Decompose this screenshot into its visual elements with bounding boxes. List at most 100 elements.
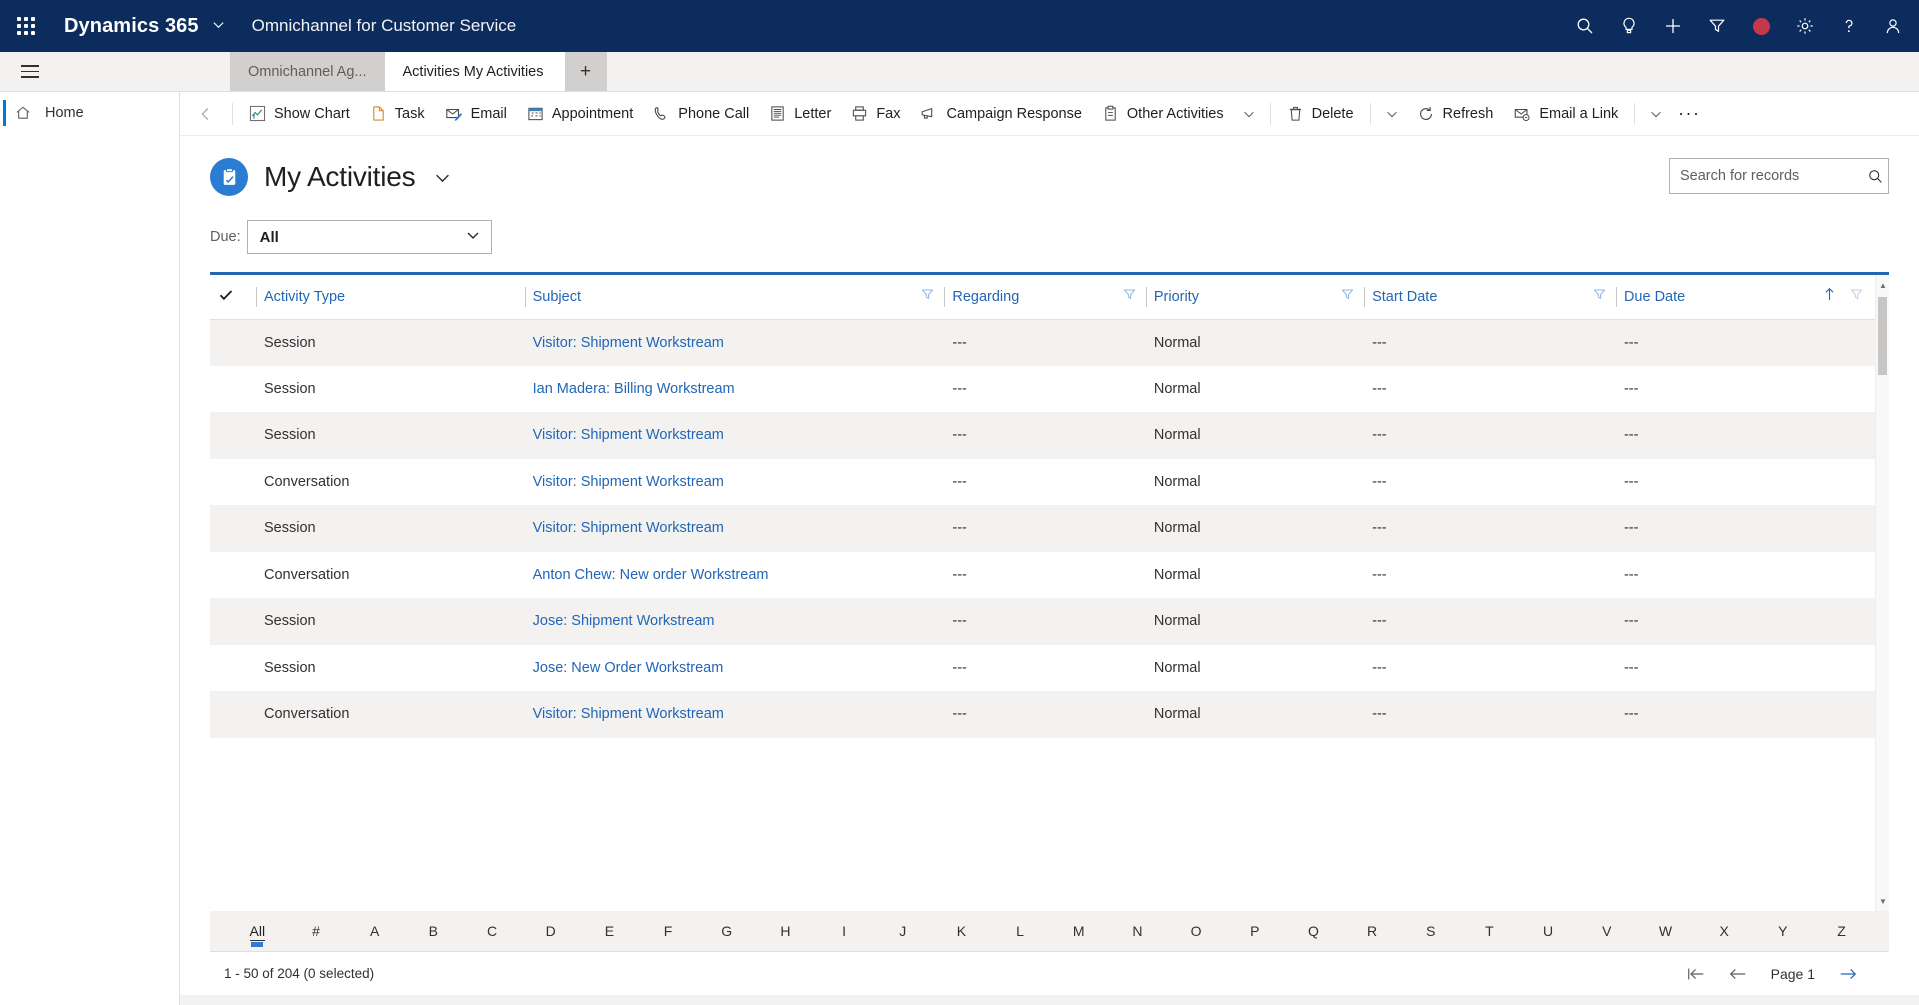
sort-ascending-icon[interactable] [1823, 287, 1836, 306]
scrollbar-thumb[interactable] [1878, 297, 1887, 375]
grid-vertical-scrollbar[interactable]: ▲ ▼ [1875, 275, 1889, 911]
task-button[interactable]: Task [360, 94, 435, 134]
tab-omnichannel-agent-dashboard[interactable]: Omnichannel Ag... [230, 52, 385, 91]
email-button[interactable]: Email [435, 94, 517, 134]
cell-subject[interactable]: Visitor: Shipment Workstream [524, 319, 945, 366]
campaign-response-button[interactable]: Campaign Response [910, 94, 1091, 134]
subject-link[interactable]: Visitor: Shipment Workstream [533, 706, 724, 722]
delete-chevron-down-icon[interactable] [1377, 94, 1407, 134]
previous-page-icon[interactable] [1719, 957, 1757, 991]
alpha-filter-all[interactable]: All [228, 923, 287, 941]
cell-subject[interactable]: Anton Chew: New order Workstream [525, 552, 945, 599]
plus-icon[interactable] [1651, 0, 1695, 52]
column-header-start-date[interactable]: Start Date [1364, 275, 1616, 320]
email-link-chevron-down-icon[interactable] [1641, 94, 1671, 134]
table-row[interactable]: Session Jose: New Order Workstream --- N… [210, 645, 1889, 692]
cell-subject[interactable]: Jose: New Order Workstream [525, 645, 945, 692]
lightbulb-icon[interactable] [1607, 0, 1651, 52]
table-row[interactable]: Session Ian Madera: Billing Workstream -… [210, 366, 1889, 413]
user-icon[interactable] [1871, 0, 1915, 52]
alpha-filter-g[interactable]: G [697, 924, 756, 938]
first-page-icon[interactable] [1677, 957, 1715, 991]
other-activities-chevron-down-icon[interactable] [1234, 94, 1264, 134]
alpha-filter-x[interactable]: X [1695, 924, 1754, 938]
site-map-toggle-button[interactable] [0, 52, 60, 91]
brand-chevron-down-icon[interactable] [211, 17, 226, 35]
subject-link[interactable]: Jose: New Order Workstream [533, 660, 724, 676]
alpha-filter-k[interactable]: K [932, 924, 991, 938]
other-activities-button[interactable]: Other Activities [1092, 94, 1234, 134]
row-checkbox[interactable] [210, 319, 256, 366]
column-header-subject[interactable]: Subject [524, 275, 945, 320]
cell-subject[interactable]: Visitor: Shipment Workstream [524, 691, 945, 738]
cell-subject[interactable]: Ian Madera: Billing Workstream [525, 366, 945, 413]
scroll-down-icon[interactable]: ▼ [1876, 893, 1889, 909]
due-filter-select[interactable]: All [246, 220, 492, 254]
subject-link[interactable]: Ian Madera: Billing Workstream [533, 381, 735, 397]
table-row[interactable]: Conversation Anton Chew: New order Works… [210, 552, 1889, 599]
filter-icon[interactable] [1850, 288, 1863, 305]
search-input[interactable] [1680, 168, 1867, 184]
alpha-filter-q[interactable]: Q [1284, 924, 1343, 938]
table-row[interactable]: Conversation Visitor: Shipment Workstrea… [210, 691, 1889, 738]
alpha-filter-s[interactable]: S [1401, 924, 1460, 938]
alpha-filter-d[interactable]: D [521, 924, 580, 938]
new-tab-button[interactable]: + [564, 52, 607, 91]
alpha-filter-w[interactable]: W [1636, 924, 1695, 938]
row-checkbox[interactable] [210, 598, 256, 645]
sidebar-item-home[interactable]: Home [0, 92, 179, 134]
alpha-filter-a[interactable]: A [345, 924, 404, 938]
tab-activities-my-activities[interactable]: Activities My Activities ✕ [384, 52, 565, 91]
fax-button[interactable]: Fax [841, 94, 910, 134]
subject-link[interactable]: Visitor: Shipment Workstream [533, 520, 724, 536]
row-checkbox[interactable] [210, 505, 256, 552]
alpha-filter-n[interactable]: N [1108, 924, 1167, 938]
more-commands-button[interactable]: ··· [1671, 94, 1707, 134]
alpha-filter-p[interactable]: P [1225, 924, 1284, 938]
subject-link[interactable]: Jose: Shipment Workstream [533, 613, 715, 629]
alpha-filter-m[interactable]: M [1049, 924, 1108, 938]
table-row[interactable]: Session Visitor: Shipment Workstream ---… [210, 319, 1889, 366]
alpha-filter-f[interactable]: F [639, 924, 698, 938]
alpha-filter-o[interactable]: O [1167, 924, 1226, 938]
presence-dot-icon[interactable] [1739, 0, 1783, 52]
select-all-checkbox[interactable] [210, 275, 256, 320]
row-checkbox[interactable] [210, 366, 256, 413]
filter-icon[interactable] [921, 288, 934, 305]
search-records-box[interactable] [1669, 158, 1889, 194]
next-page-icon[interactable] [1829, 957, 1867, 991]
search-icon[interactable] [1867, 168, 1884, 185]
alpha-filter-v[interactable]: V [1577, 924, 1636, 938]
filter-icon[interactable] [1695, 0, 1739, 52]
cell-subject[interactable]: Visitor: Shipment Workstream [524, 412, 945, 459]
cell-subject[interactable]: Visitor: Shipment Workstream [525, 459, 945, 506]
table-row[interactable]: Session Visitor: Shipment Workstream ---… [210, 412, 1889, 459]
table-row[interactable]: Session Jose: Shipment Workstream --- No… [210, 598, 1889, 645]
alpha-filter-c[interactable]: C [463, 924, 522, 938]
column-header-due-date[interactable]: Due Date [1615, 275, 1889, 320]
subject-link[interactable]: Visitor: Shipment Workstream [533, 335, 724, 351]
subject-link[interactable]: Visitor: Shipment Workstream [533, 427, 724, 443]
subject-link[interactable]: Visitor: Shipment Workstream [533, 474, 724, 490]
scroll-up-icon[interactable]: ▲ [1876, 277, 1889, 293]
subject-link[interactable]: Anton Chew: New order Workstream [533, 567, 769, 583]
gear-icon[interactable] [1783, 0, 1827, 52]
alpha-filter-y[interactable]: Y [1753, 924, 1812, 938]
alpha-filter-e[interactable]: E [580, 924, 639, 938]
column-header-priority[interactable]: Priority [1145, 275, 1365, 320]
column-header-regarding[interactable]: Regarding [944, 275, 1146, 320]
delete-button[interactable]: Delete [1277, 94, 1364, 134]
help-icon[interactable] [1827, 0, 1871, 52]
cell-subject[interactable]: Visitor: Shipment Workstream [524, 505, 945, 552]
column-header-activity-type[interactable]: Activity Type [256, 275, 525, 320]
alpha-filter-h[interactable]: H [756, 924, 815, 938]
back-button[interactable] [186, 94, 226, 134]
letter-button[interactable]: Letter [759, 94, 841, 134]
alpha-filter-r[interactable]: R [1343, 924, 1402, 938]
appointment-button[interactable]: Appointment [517, 94, 643, 134]
alpha-filter-t[interactable]: T [1460, 924, 1519, 938]
table-row[interactable]: Session Visitor: Shipment Workstream ---… [210, 505, 1889, 552]
filter-icon[interactable] [1123, 288, 1136, 305]
table-row[interactable]: Conversation Visitor: Shipment Workstrea… [210, 459, 1889, 506]
show-chart-button[interactable]: Show Chart [239, 94, 360, 134]
